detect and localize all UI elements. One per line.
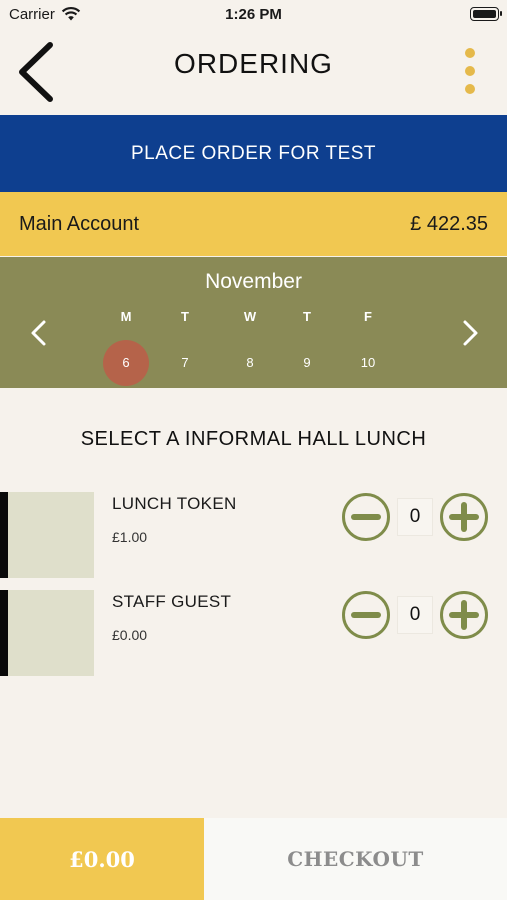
order-total-value: £0.00	[69, 846, 135, 872]
item-image-placeholder	[8, 492, 94, 578]
item-name: STAFF GUEST	[112, 592, 232, 611]
quantity-field[interactable]: 0	[397, 498, 433, 536]
place-order-label: PLACE ORDER FOR TEST	[130, 142, 377, 164]
calendar-date[interactable]: 9	[284, 340, 330, 386]
item-accent-bar	[0, 492, 8, 578]
nav-bar: ORDERING	[0, 30, 507, 115]
calendar-dayname: W	[243, 309, 257, 324]
calendar-date-selected[interactable]: 6	[103, 340, 149, 386]
account-bar: Main Account £ 422.35	[0, 192, 507, 256]
item-image-placeholder	[8, 590, 94, 676]
item-accent-bar	[0, 590, 8, 676]
chevron-right-icon	[463, 320, 478, 346]
decrease-quantity-button[interactable]	[341, 590, 391, 640]
status-time: 1:26 PM	[225, 6, 282, 23]
order-total: £0.00	[0, 818, 204, 900]
quantity-field[interactable]: 0	[397, 596, 433, 634]
place-order-banner[interactable]: PLACE ORDER FOR TEST	[0, 115, 507, 192]
calendar-day-tue: T 7	[160, 307, 210, 386]
more-dot-icon	[465, 66, 475, 76]
menu-item-row: LUNCH TOKEN £1.00 0	[0, 492, 507, 578]
minus-circle-icon	[342, 591, 390, 639]
calendar-day-wed: W 8	[225, 307, 275, 386]
account-name: Main Account	[19, 212, 140, 235]
item-price: £0.00	[112, 627, 148, 643]
previous-week-button[interactable]	[26, 318, 52, 348]
page-title: ORDERING	[174, 48, 333, 79]
more-dot-icon	[465, 84, 475, 94]
calendar-dayname: T	[181, 309, 189, 324]
decrease-quantity-button[interactable]	[341, 492, 391, 542]
more-options-button[interactable]	[458, 46, 482, 96]
calendar-month: November	[205, 270, 302, 293]
account-balance: £ 422.35	[410, 212, 488, 235]
calendar-date[interactable]: 10	[345, 340, 391, 386]
calendar-date[interactable]: 7	[162, 340, 208, 386]
calendar-day-thu: T 9	[282, 307, 332, 386]
calendar-day-mon: M 6	[101, 307, 151, 386]
checkout-label: CHECKOUT	[287, 847, 424, 871]
plus-circle-icon	[440, 591, 488, 639]
item-name: LUNCH TOKEN	[112, 494, 237, 513]
status-bar: Carrier 1:26 PM	[0, 0, 507, 30]
calendar-dayname: T	[303, 309, 311, 324]
item-price: £1.00	[112, 529, 148, 545]
calendar-dayname: M	[120, 309, 132, 324]
chevron-left-icon	[31, 320, 46, 346]
week-calendar: November M 6 T 7 W 8 T 9 F 10	[0, 257, 507, 388]
increase-quantity-button[interactable]	[439, 590, 489, 640]
plus-circle-icon	[440, 493, 488, 541]
more-dot-icon	[465, 48, 475, 58]
calendar-day-fri: F 10	[343, 307, 393, 386]
battery-icon	[470, 7, 502, 21]
increase-quantity-button[interactable]	[439, 492, 489, 542]
section-title: SELECT A INFORMAL HALL LUNCH	[80, 428, 427, 450]
checkout-button[interactable]: CHECKOUT	[204, 818, 507, 900]
next-week-button[interactable]	[457, 318, 483, 348]
menu-item-row: STAFF GUEST £0.00 0	[0, 590, 507, 676]
minus-circle-icon	[342, 493, 390, 541]
calendar-date[interactable]: 8	[227, 340, 273, 386]
calendar-dayname: F	[364, 309, 372, 324]
